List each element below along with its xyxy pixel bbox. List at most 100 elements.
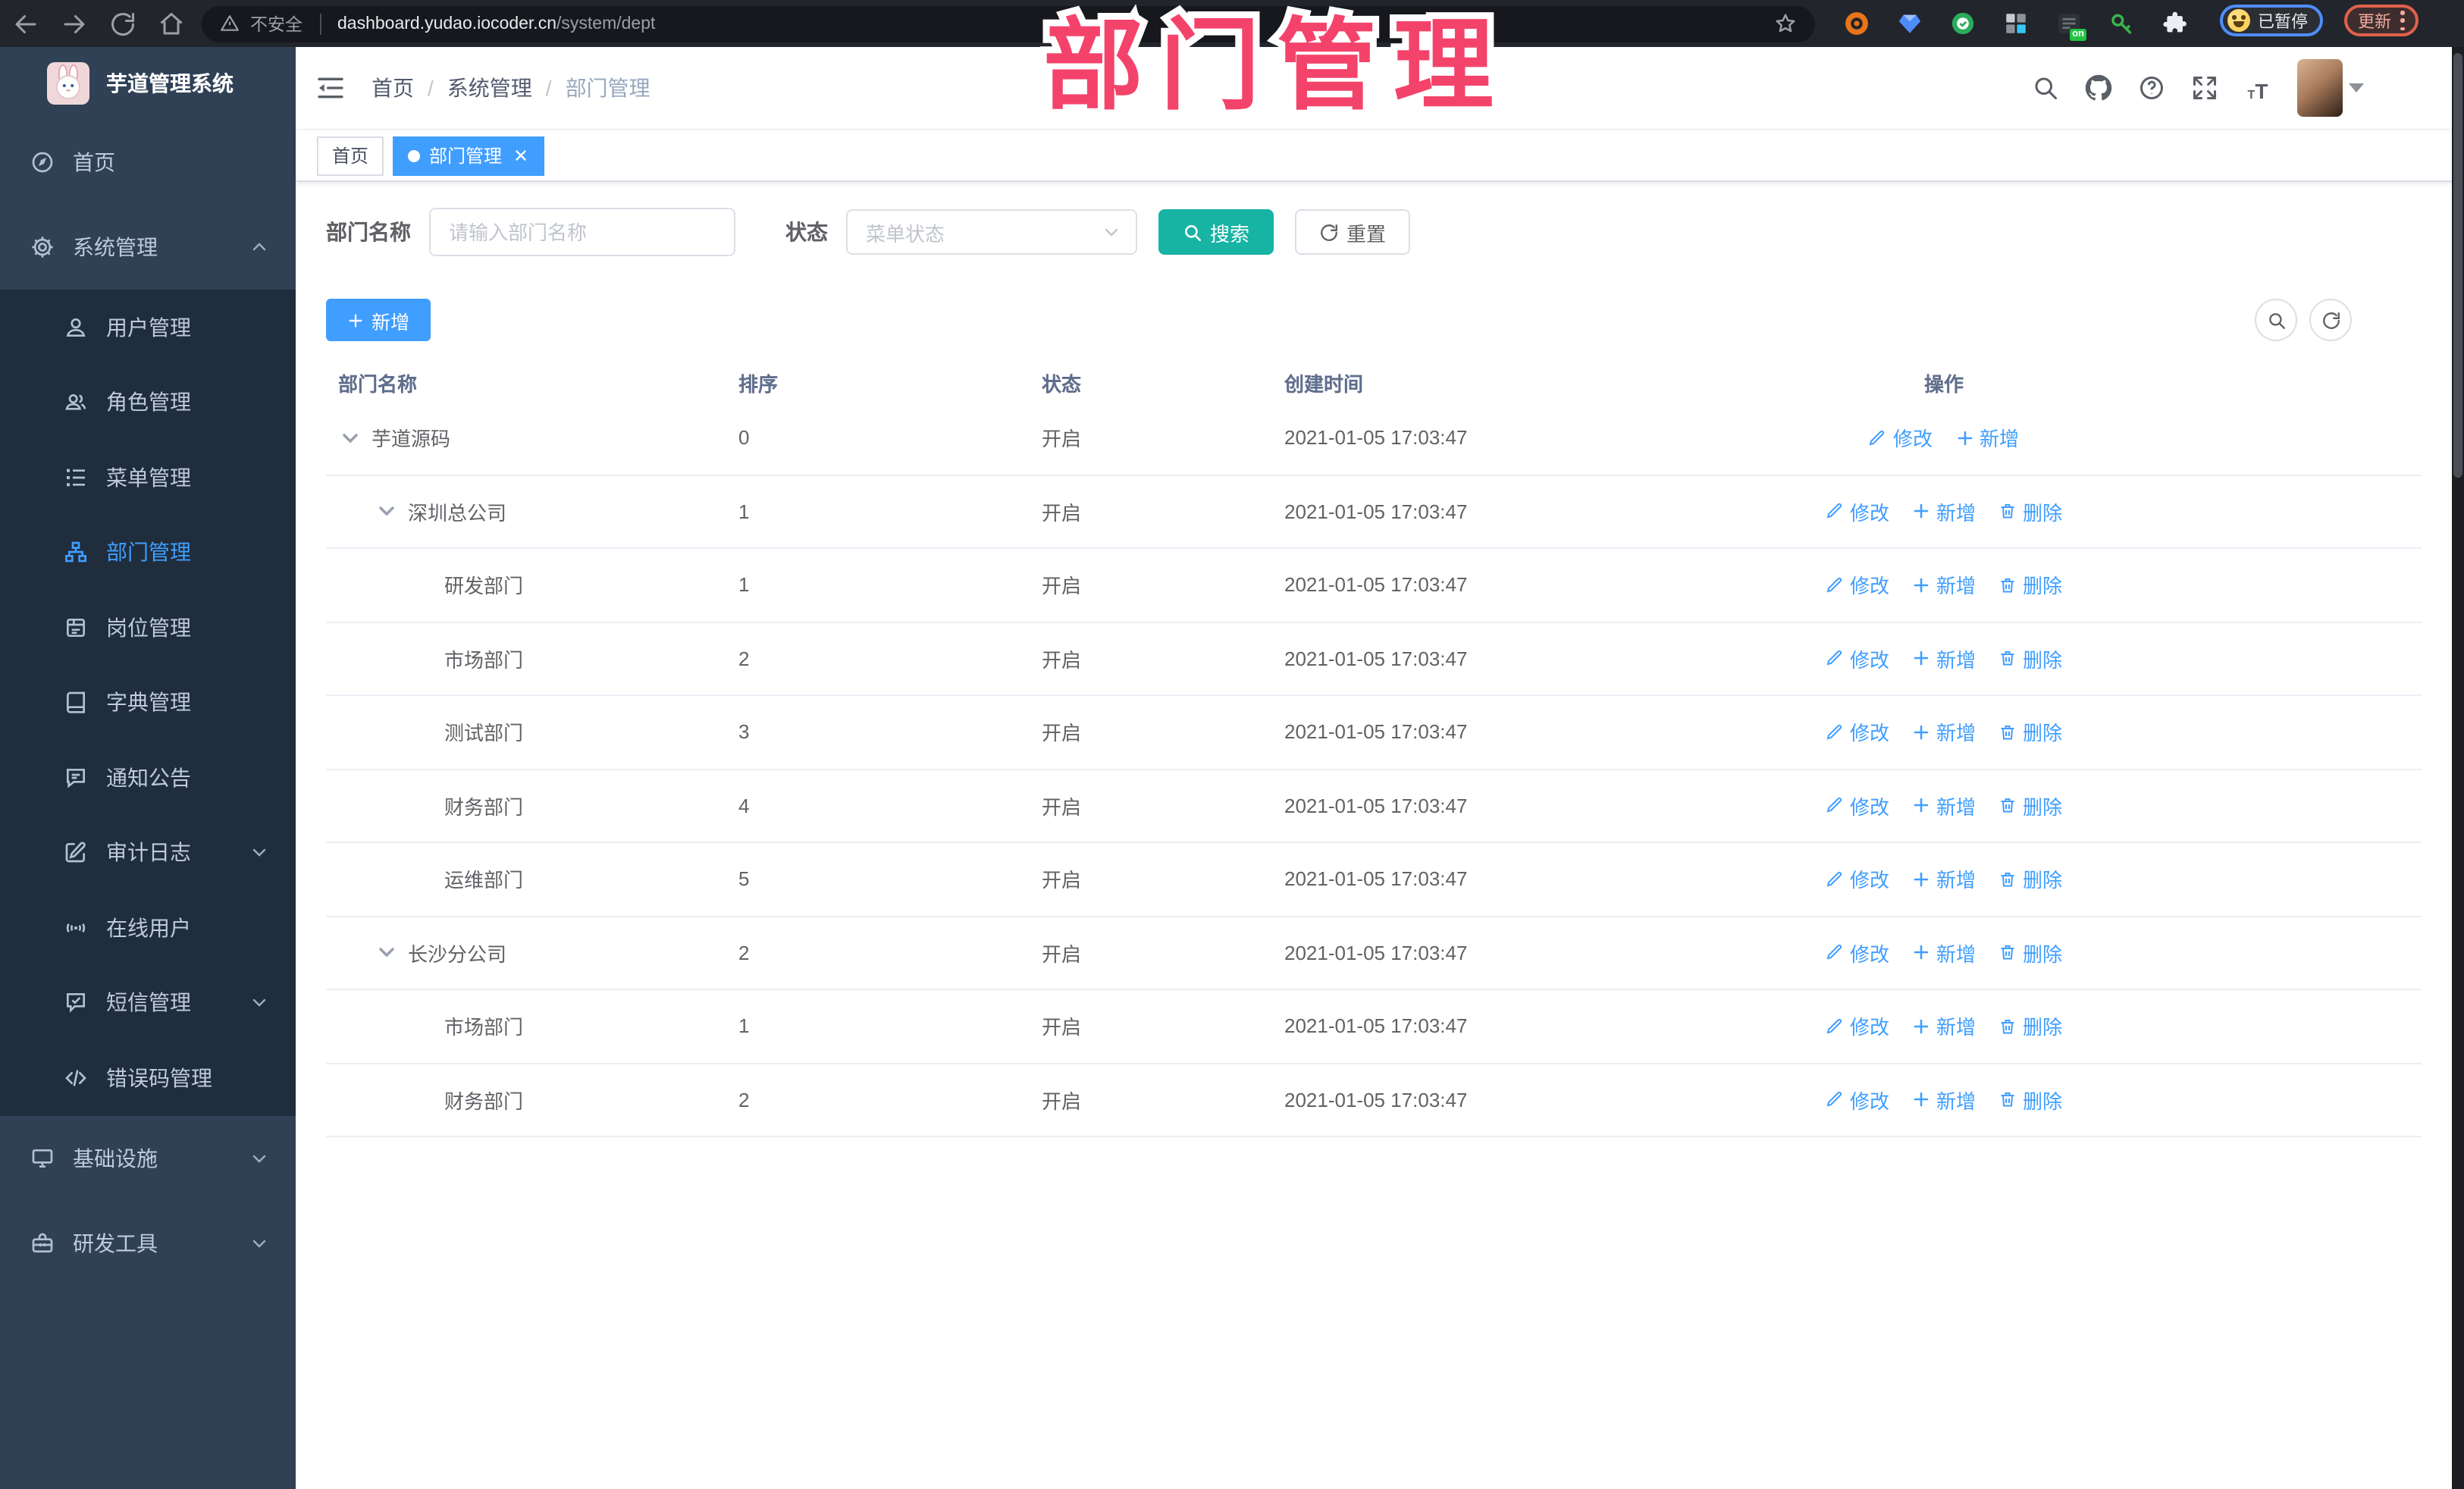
delete-link[interactable]: 删除 — [1998, 1086, 2062, 1114]
dept-name-input[interactable] — [429, 208, 735, 256]
add-link[interactable]: 新增 — [1912, 497, 1976, 526]
modify-link[interactable]: 修改 — [1826, 939, 1889, 967]
reload-icon[interactable] — [109, 10, 136, 37]
delete-link[interactable]: 删除 — [1998, 497, 2062, 526]
add-link[interactable]: 新增 — [1912, 792, 1976, 820]
sidebar-item[interactable]: 用户管理 — [0, 290, 296, 365]
add-link[interactable]: 新增 — [1912, 718, 1976, 747]
sidebar-item[interactable]: 错误码管理 — [0, 1040, 296, 1115]
modify-link[interactable]: 修改 — [1826, 792, 1889, 820]
font-size-icon[interactable]: TT — [2244, 74, 2271, 102]
expand-arrow-icon[interactable] — [338, 426, 362, 450]
reset-button[interactable]: 重置 — [1295, 209, 1411, 255]
trash-icon — [1998, 870, 2017, 889]
modify-link[interactable]: 修改 — [1826, 1086, 1889, 1114]
modify-link[interactable]: 修改 — [1826, 1012, 1889, 1041]
add-link[interactable]: 新增 — [1912, 644, 1976, 673]
delete-link[interactable]: 删除 — [1998, 1012, 2062, 1041]
breadcrumb-system[interactable]: 系统管理 — [447, 73, 532, 103]
user-menu-caret-icon[interactable] — [2349, 83, 2364, 92]
sidebar-item[interactable]: 部门管理 — [0, 515, 296, 590]
sidebar-item[interactable]: 研发工具 — [0, 1200, 296, 1285]
sidebar-item[interactable]: 审计日志 — [0, 815, 296, 890]
plus-icon — [1912, 1017, 1930, 1036]
dept-name: 芋道源码 — [371, 428, 451, 451]
delete-link[interactable]: 删除 — [1998, 644, 2062, 673]
extension-gem-icon[interactable] — [1897, 11, 1923, 36]
add-dept-button[interactable]: 新增 — [326, 299, 431, 341]
delete-link[interactable]: 删除 — [1998, 718, 2062, 747]
help-icon[interactable] — [2138, 74, 2165, 102]
sidebar-item[interactable]: 通知公告 — [0, 740, 296, 815]
back-icon[interactable] — [12, 10, 39, 37]
dept-sort: 1 — [738, 1014, 750, 1038]
breadcrumb-home[interactable]: 首页 — [371, 73, 414, 103]
browser-update-button[interactable]: 更新 — [2344, 5, 2419, 36]
sidebar-item[interactable]: 短信管理 — [0, 965, 296, 1040]
tab-dept-management[interactable]: 部门管理 — [393, 136, 545, 175]
modify-link[interactable]: 修改 — [1826, 718, 1889, 747]
delete-link[interactable]: 删除 — [1998, 865, 2062, 894]
extension-switch-icon[interactable]: on — [2056, 11, 2086, 41]
add-link[interactable]: 新增 — [1912, 571, 1976, 600]
dept-create-time: 2021-01-05 17:03:47 — [1284, 1088, 1468, 1111]
dept-create-time: 2021-01-05 17:03:47 — [1284, 1014, 1468, 1038]
sidebar-item[interactable]: 角色管理 — [0, 365, 296, 440]
extension-grid-icon[interactable] — [2003, 11, 2029, 36]
extension-key-icon[interactable] — [2109, 11, 2135, 36]
search-button[interactable]: 搜索 — [1158, 209, 1274, 255]
extension-puzzle-icon[interactable] — [2162, 11, 2188, 36]
refresh-table-button[interactable] — [2309, 299, 2352, 341]
expand-arrow-icon[interactable] — [375, 941, 399, 965]
refresh-icon — [2321, 310, 2340, 330]
expand-arrow-icon[interactable] — [375, 500, 399, 524]
sidebar-item[interactable]: 菜单管理 — [0, 440, 296, 515]
sidebar-item[interactable]: 岗位管理 — [0, 590, 296, 665]
home-icon[interactable] — [158, 10, 185, 37]
toggle-search-button[interactable] — [2255, 299, 2297, 341]
browser-menu-kebab-icon[interactable] — [2400, 11, 2405, 30]
add-link[interactable]: 新增 — [1912, 1012, 1976, 1041]
tags-view-bar: 首页 部门管理 — [296, 129, 2452, 182]
add-link[interactable]: 新增 — [1912, 865, 1976, 894]
extension-green-circle-icon[interactable] — [1950, 11, 1976, 36]
page-scrollbar[interactable] — [2452, 47, 2464, 1489]
scrollbar-thumb[interactable] — [2453, 53, 2462, 478]
sidebar-item[interactable]: 在线用户 — [0, 890, 296, 965]
pencil-icon — [1826, 576, 1844, 594]
delete-link[interactable]: 删除 — [1998, 939, 2062, 967]
modify-link[interactable]: 修改 — [1826, 865, 1889, 894]
delete-link[interactable]: 删除 — [1998, 571, 2062, 600]
tab-close-icon[interactable] — [513, 147, 529, 164]
sidebar-item[interactable]: 首页 — [0, 120, 296, 205]
action-label: 新增 — [1936, 501, 1976, 525]
hamburger-icon[interactable] — [315, 73, 346, 103]
github-icon[interactable] — [2085, 74, 2112, 102]
modify-link[interactable]: 修改 — [1826, 571, 1889, 600]
dept-name: 测试部门 — [444, 722, 524, 745]
user-avatar[interactable] — [2297, 59, 2343, 117]
modify-link[interactable]: 修改 — [1826, 497, 1889, 526]
browser-profile-chip[interactable]: 已暂停 — [2220, 5, 2323, 36]
add-link[interactable]: 新增 — [1955, 424, 2019, 453]
sidebar-item[interactable]: 字典管理 — [0, 665, 296, 740]
dept-create-time: 2021-01-05 17:03:47 — [1284, 941, 1468, 964]
add-link[interactable]: 新增 — [1912, 939, 1976, 967]
tab-home[interactable]: 首页 — [317, 136, 384, 175]
address-bar[interactable]: 不安全 dashboard.yudao.iocoder.cn/system/de… — [202, 5, 1815, 42]
action-label: 新增 — [1936, 795, 1976, 819]
status-select[interactable]: 菜单状态 — [846, 209, 1137, 255]
sidebar-item-label: 审计日志 — [106, 840, 191, 865]
fullscreen-icon[interactable] — [2191, 74, 2218, 102]
delete-link[interactable]: 删除 — [1998, 792, 2062, 820]
bookmark-star-icon[interactable] — [1774, 12, 1797, 35]
modify-link[interactable]: 修改 — [1826, 644, 1889, 673]
add-link[interactable]: 新增 — [1912, 1086, 1976, 1114]
sidebar-item[interactable]: 系统管理 — [0, 205, 296, 290]
header-search-icon[interactable] — [2032, 74, 2059, 102]
forward-icon[interactable] — [61, 10, 88, 37]
extension-orange-icon[interactable] — [1844, 11, 1870, 36]
sidebar-item[interactable]: 基础设施 — [0, 1115, 296, 1200]
modify-link[interactable]: 修改 — [1869, 424, 1933, 453]
app-logo[interactable]: 芋道管理系统 — [0, 47, 296, 120]
